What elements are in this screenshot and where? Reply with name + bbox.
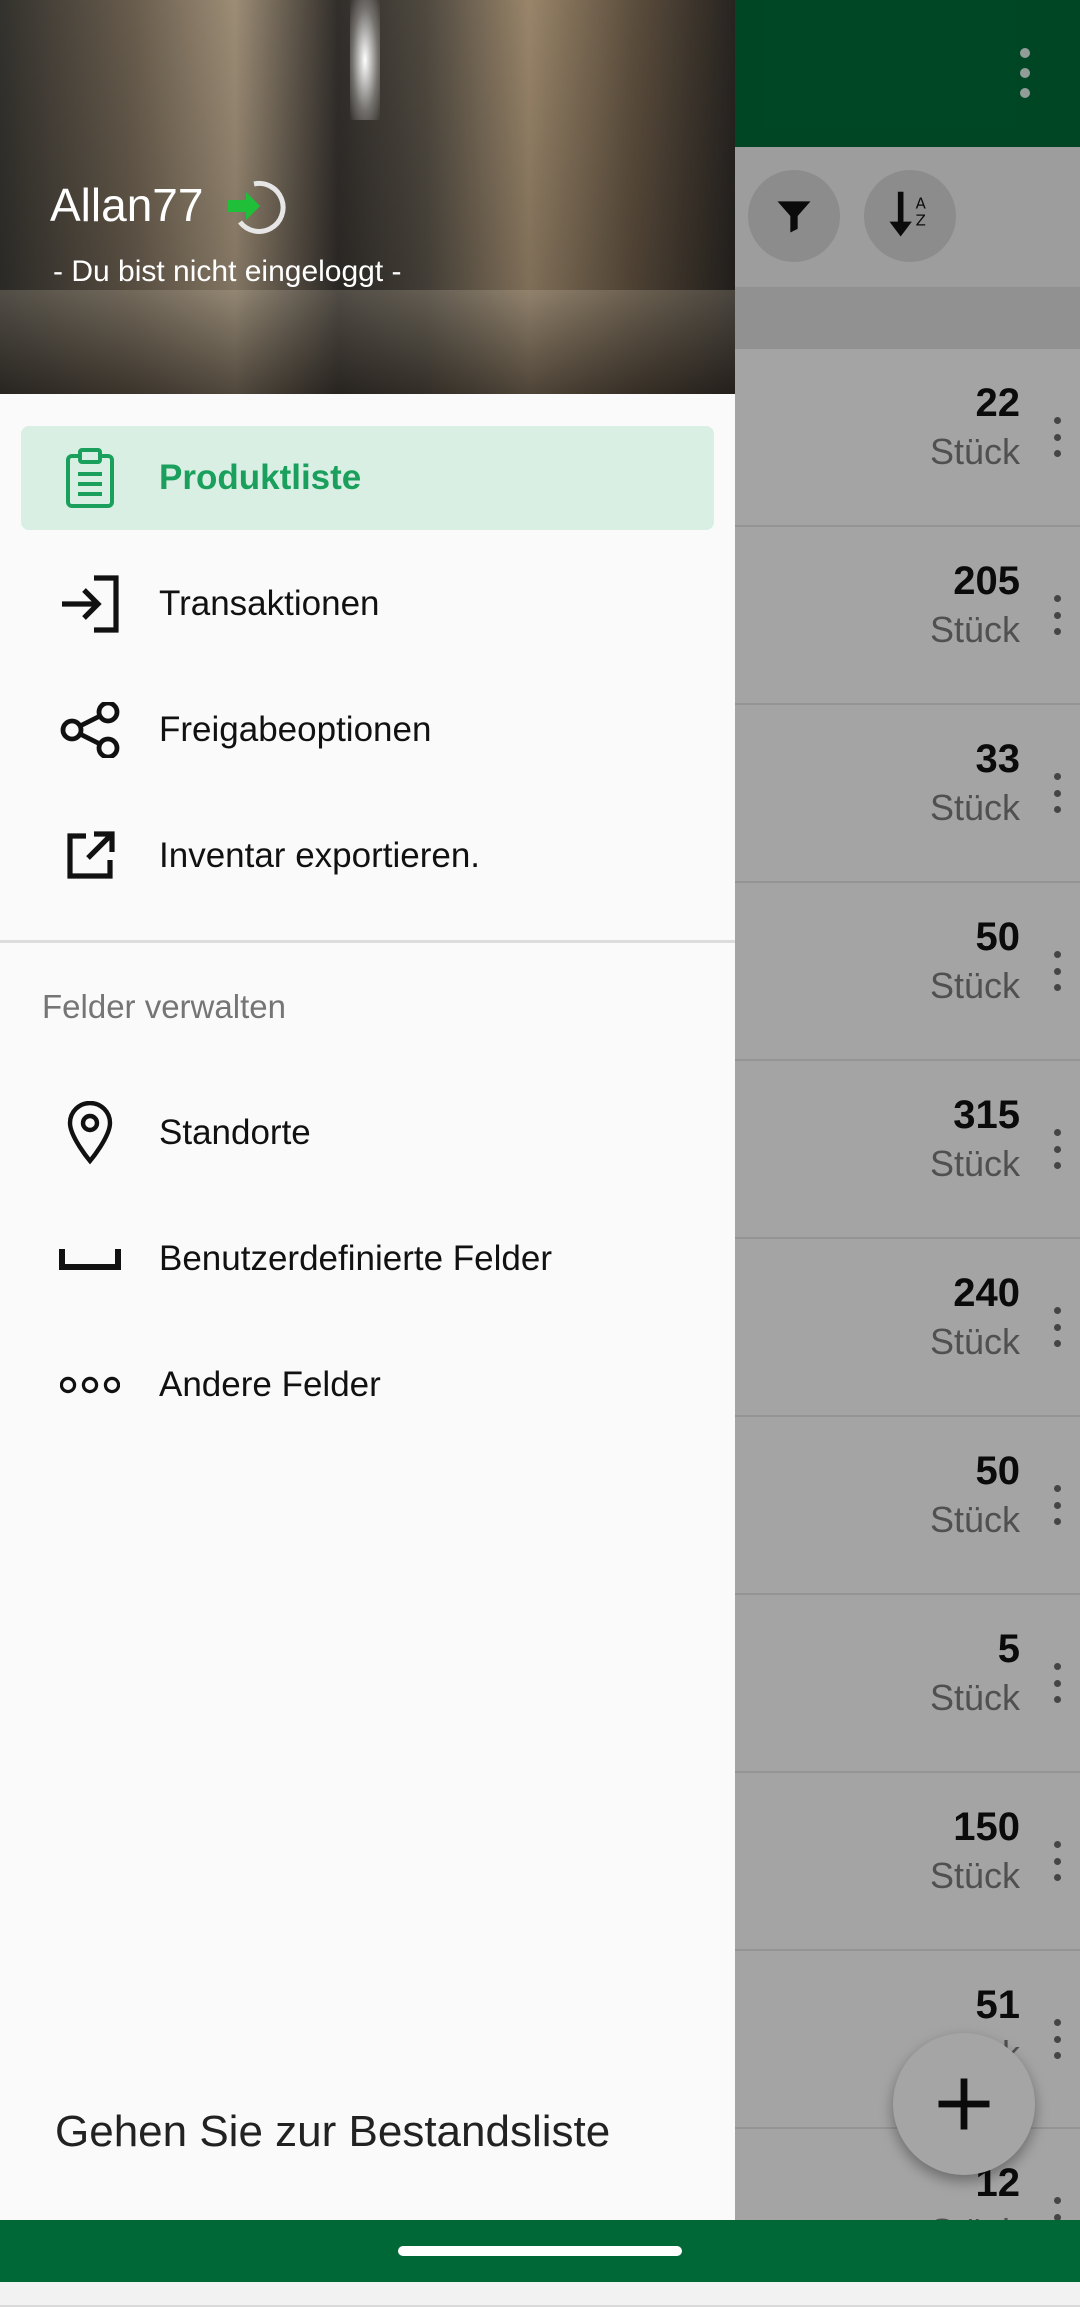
menu-item-freigabeoptionen[interactable]: Freigabeoptionen (21, 678, 714, 782)
header-background-floor (0, 290, 735, 394)
space-bar-icon (59, 1249, 121, 1270)
menu-item-label: Transaktionen (159, 584, 380, 623)
export-icon (67, 831, 115, 879)
menu-item-inventar-exportieren[interactable]: Inventar exportieren. (21, 804, 714, 908)
menu-item-produktliste[interactable]: Produktliste (21, 426, 714, 530)
menu-item-label: Andere Felder (159, 1365, 381, 1404)
three-circles-icon (60, 1376, 120, 1394)
menu-item-label: Produktliste (159, 458, 362, 497)
menu-item-label: Inventar exportieren. (159, 836, 481, 875)
section-label: Felder verwalten (42, 988, 286, 1025)
login-status: - Du bist nicht eingeloggt - (53, 255, 402, 288)
menu-item-andere-felder[interactable]: Andere Felder (21, 1333, 714, 1437)
drawer-header: Allan77 - Du bist nicht eingeloggt - (0, 0, 735, 394)
username: Allan77 (50, 179, 204, 231)
drawer-divider (0, 940, 735, 943)
gesture-handle[interactable] (398, 2246, 682, 2256)
menu-item-transaktionen[interactable]: Transaktionen (21, 552, 714, 656)
share-icon (60, 702, 120, 758)
menu-item-label: Standorte (159, 1113, 311, 1152)
navigation-drawer: Allan77 - Du bist nicht eingeloggt - Pro… (0, 0, 735, 2220)
go-to-inventory-link[interactable]: Gehen Sie zur Bestandsliste (55, 2107, 610, 2157)
login-icon[interactable] (222, 176, 292, 236)
menu-item-label: Freigabeoptionen (159, 710, 432, 749)
menu-item-label: Benutzerdefinierte Felder (159, 1239, 552, 1278)
header-background-image (350, 0, 380, 120)
location-pin-icon (67, 1101, 113, 1165)
clipboard-icon (66, 448, 114, 508)
menu-item-standorte[interactable]: Standorte (21, 1081, 714, 1185)
login-arrow-icon (62, 575, 119, 633)
menu-item-benutzerdefinierte-felder[interactable]: Benutzerdefinierte Felder (21, 1207, 714, 1311)
